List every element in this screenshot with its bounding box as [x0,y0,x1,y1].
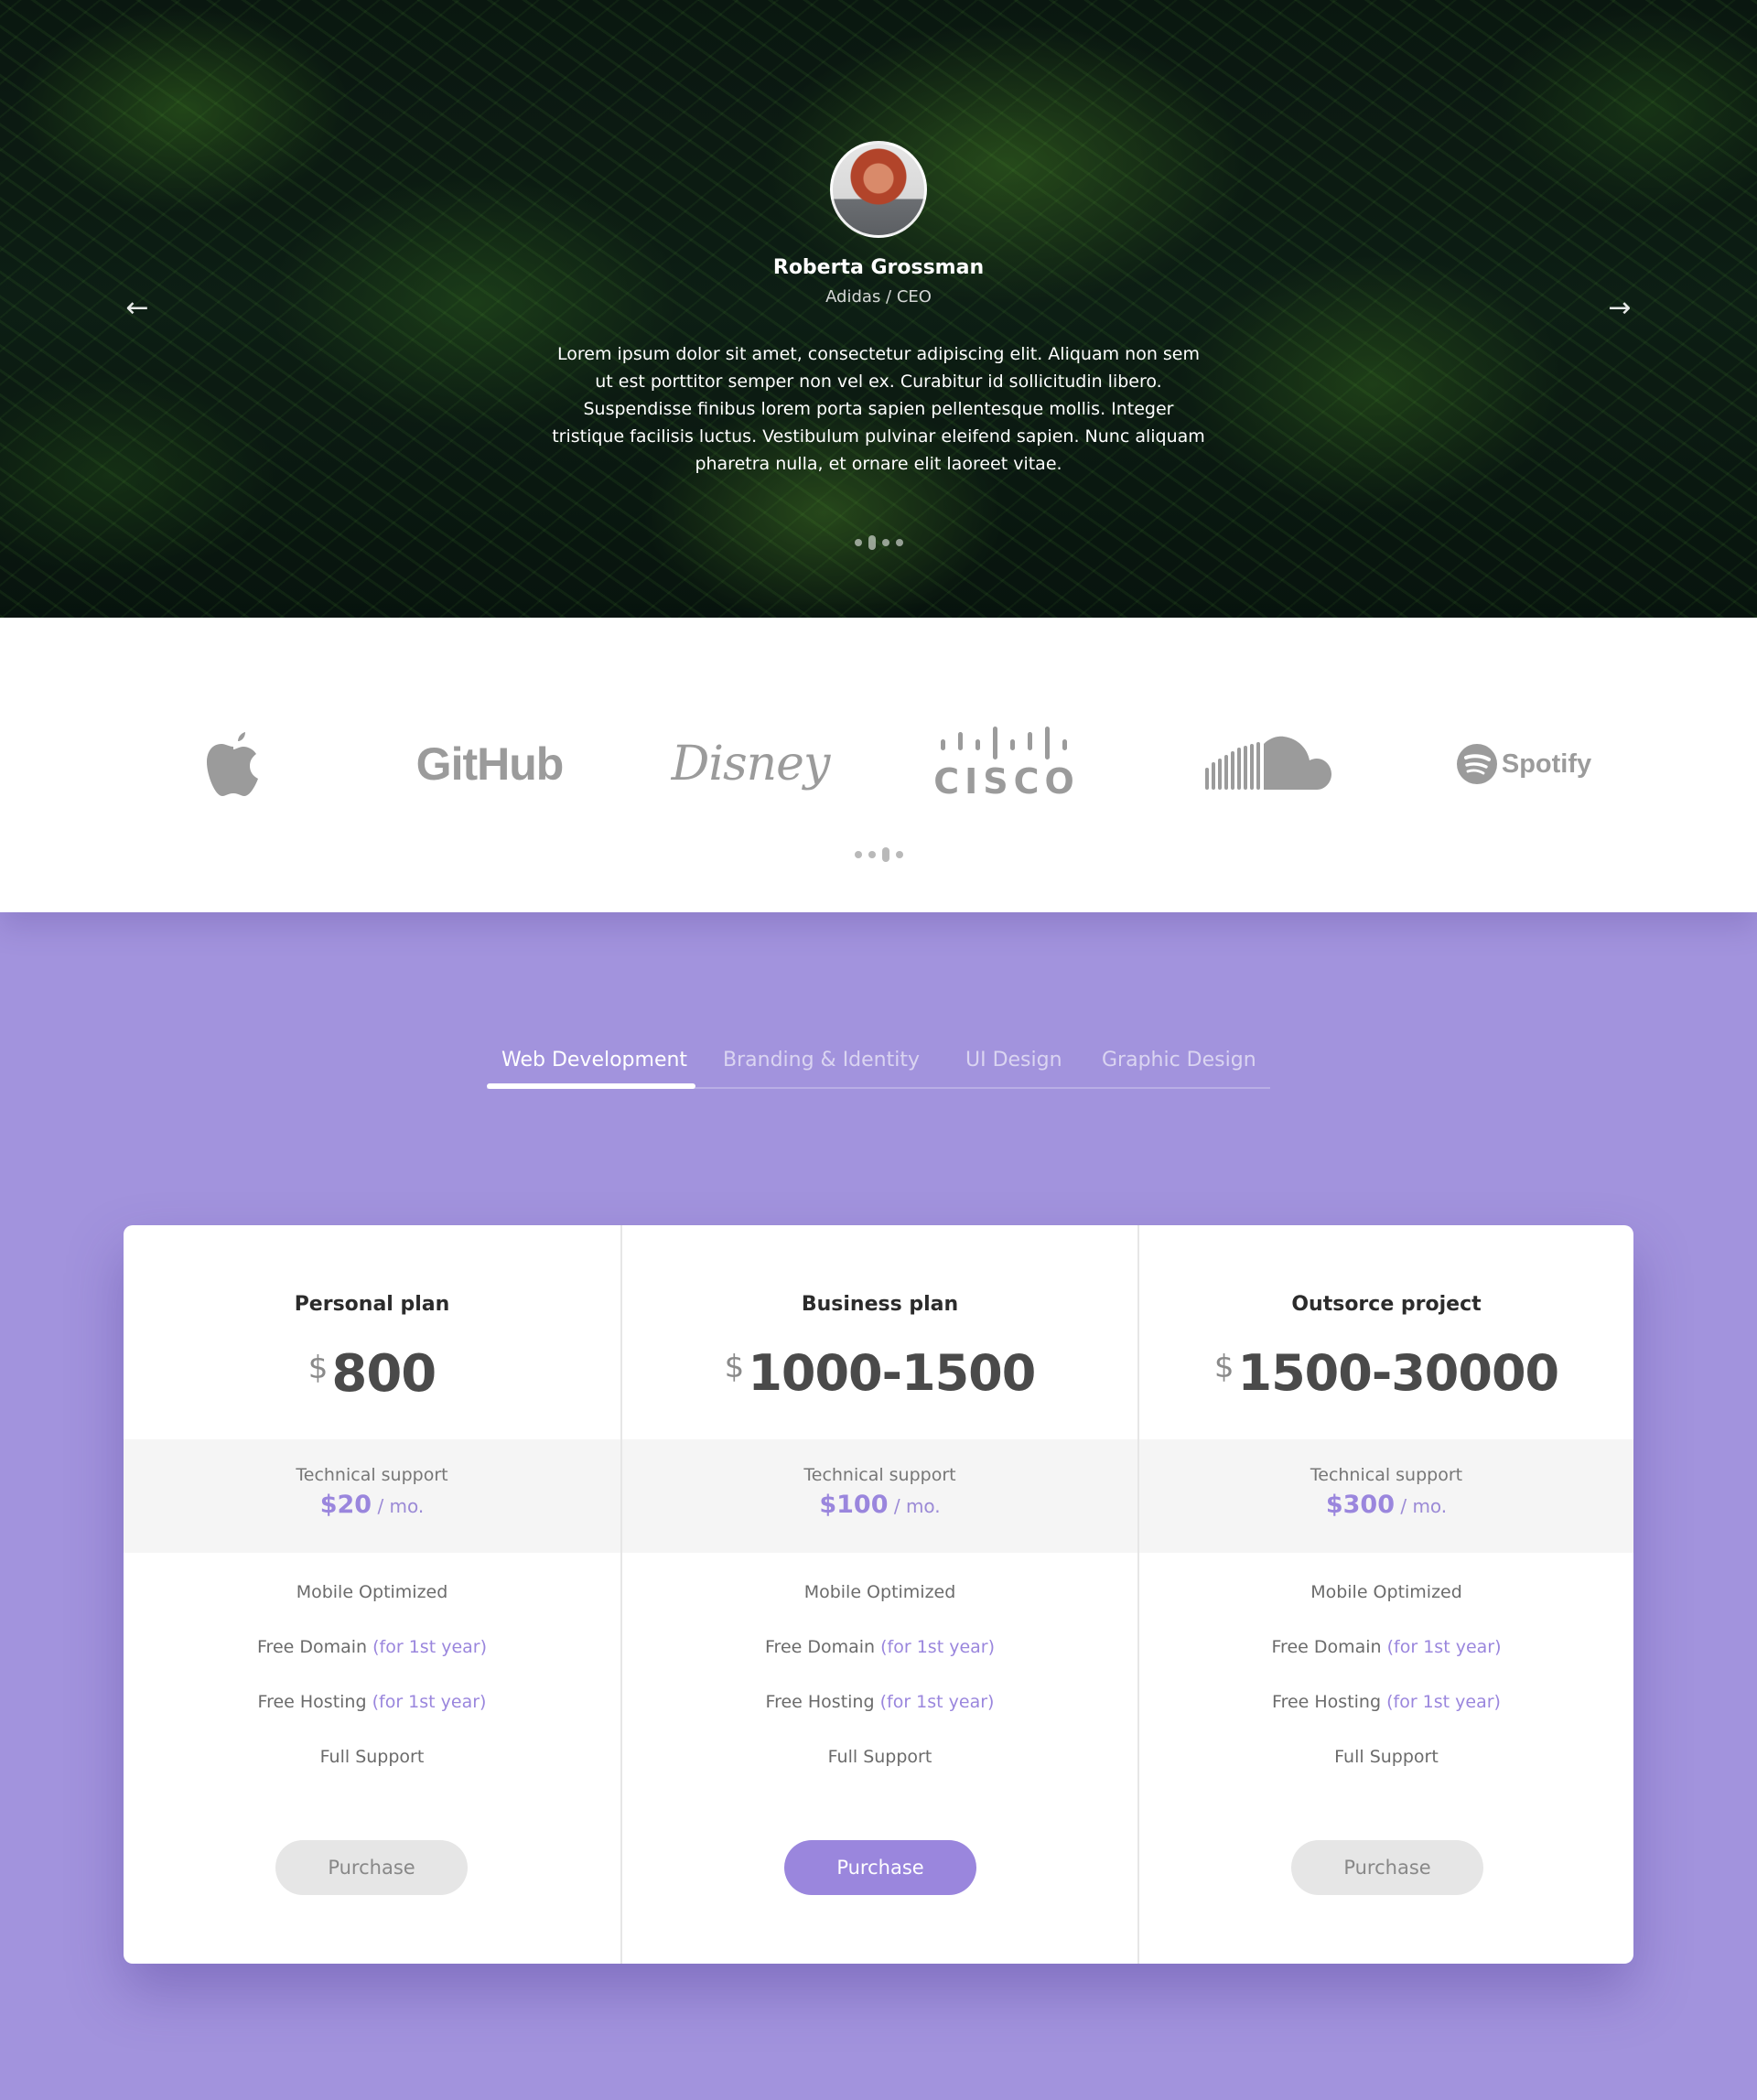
client-logos-section: GitHub Disney CISCO Spotify [0,618,1757,912]
testimonial-quote: Lorem ipsum dolor sit amet, consectetur … [552,344,1205,474]
feature-list: Mobile Optimized Free Domain (for 1st ye… [124,1578,620,1798]
purchase-button[interactable]: Purchase [275,1840,468,1895]
cisco-logo: CISCO [924,718,1089,810]
apple-logo [183,718,284,810]
purchase-button[interactable]: Purchase [1291,1840,1483,1895]
pagination-dot[interactable] [895,850,903,858]
feature-item: Free Hosting (for 1st year) [765,1692,995,1712]
spotify-wordmark: Spotify [1501,748,1592,779]
support-label: Technical support [296,1465,448,1485]
github-logo: GitHub [415,738,565,790]
plan-price: $1500-30000 [1139,1344,1633,1402]
plan-name: Personal plan [294,1293,450,1316]
plan-name: Outsorce project [1291,1293,1482,1316]
feature-item: Free Domain (for 1st year) [1271,1637,1502,1657]
tab-ui-design[interactable]: UI Design [965,1049,1062,1072]
currency-symbol: $ [724,1349,745,1385]
testimonial-section: Roberta Grossman Adidas / CEO Lorem ipsu… [0,0,1757,618]
technical-support-box: Technical support $100 / mo. [622,1439,1137,1553]
pagination-dot[interactable] [881,538,889,546]
disney-logo: Disney [671,737,831,792]
avatar [830,141,927,238]
tab-web-development[interactable]: Web Development [501,1049,687,1072]
plan-price: $800 [124,1344,620,1404]
arrow-left-icon[interactable]: ← [119,293,156,324]
plan-name: Business plan [801,1293,959,1316]
support-price: $20 / mo. [124,1491,620,1519]
active-tab-indicator [487,1083,695,1089]
support-label: Technical support [803,1465,956,1485]
pagination-dot-active[interactable] [881,846,889,862]
tab-graphic-design[interactable]: Graphic Design [1102,1049,1256,1072]
technical-support-box: Technical support $20 / mo. [124,1439,620,1553]
currency-symbol: $ [307,1350,329,1386]
plan-personal: Personal plan $800 Technical support $20… [124,1225,620,1964]
pagination-dot[interactable] [868,850,876,858]
testimonial-pagination [0,533,1757,550]
price-amount: 800 [331,1344,437,1404]
feature-item: Full Support [1334,1747,1439,1767]
feature-item: Full Support [319,1747,425,1767]
technical-support-box: Technical support $300 / mo. [1139,1439,1633,1553]
spotify-icon [1456,744,1497,784]
plan-price: $1000-1500 [622,1344,1137,1402]
testimonial-name: Roberta Grossman [772,256,985,279]
support-period: / mo. [1394,1495,1448,1517]
currency-symbol: $ [1213,1349,1234,1385]
feature-item: Mobile Optimized [1310,1582,1462,1602]
support-period: / mo. [372,1495,425,1517]
purchase-button[interactable]: Purchase [784,1840,976,1895]
feature-list: Mobile Optimized Free Domain (for 1st ye… [622,1578,1137,1798]
soundcloud-icon [1205,736,1331,790]
tab-branding-identity[interactable]: Branding & Identity [723,1049,920,1072]
price-amount: 1500-30000 [1237,1344,1560,1402]
price-amount: 1000-1500 [748,1344,1036,1402]
feature-item: Free Hosting (for 1st year) [1272,1692,1501,1712]
pagination-dot-active[interactable] [868,534,876,550]
apple-icon [207,732,258,796]
support-amount: $100 [819,1491,889,1519]
testimonial-slide: Roberta Grossman Adidas / CEO Lorem ipsu… [0,0,1757,618]
support-label: Technical support [1310,1465,1463,1485]
pricing-tabs: Web Development Branding & Identity UI D… [487,1043,1270,1089]
pagination-dot[interactable] [895,538,903,546]
plan-business: Business plan $1000-1500 Technical suppo… [620,1225,1137,1964]
logos-pagination [0,845,1757,862]
arrow-right-icon[interactable]: → [1601,293,1638,324]
feature-item: Mobile Optimized [803,1582,956,1602]
feature-list: Mobile Optimized Free Domain (for 1st ye… [1139,1578,1633,1798]
pagination-dot[interactable] [854,538,862,546]
support-amount: $20 [319,1491,372,1519]
support-period: / mo. [888,1495,941,1517]
feature-item: Full Support [827,1747,932,1767]
plan-outsource: Outsorce project $1500-30000 Technical s… [1137,1225,1633,1964]
feature-item: Free Hosting (for 1st year) [257,1692,487,1712]
feature-item: Free Domain (for 1st year) [257,1637,487,1657]
support-amount: $300 [1325,1491,1395,1519]
cisco-bars-icon [941,727,1067,759]
feature-item: Free Domain (for 1st year) [765,1637,995,1657]
pricing-table: Personal plan $800 Technical support $20… [124,1225,1633,1964]
testimonial-role: Adidas / CEO [825,287,932,307]
pagination-dot[interactable] [854,850,862,858]
support-price: $300 / mo. [1139,1491,1633,1519]
feature-item: Mobile Optimized [296,1582,448,1602]
soundcloud-logo [1199,718,1336,810]
cisco-wordmark: CISCO [933,761,1080,802]
support-price: $100 / mo. [622,1491,1137,1519]
spotify-logo: Spotify [1450,718,1597,810]
